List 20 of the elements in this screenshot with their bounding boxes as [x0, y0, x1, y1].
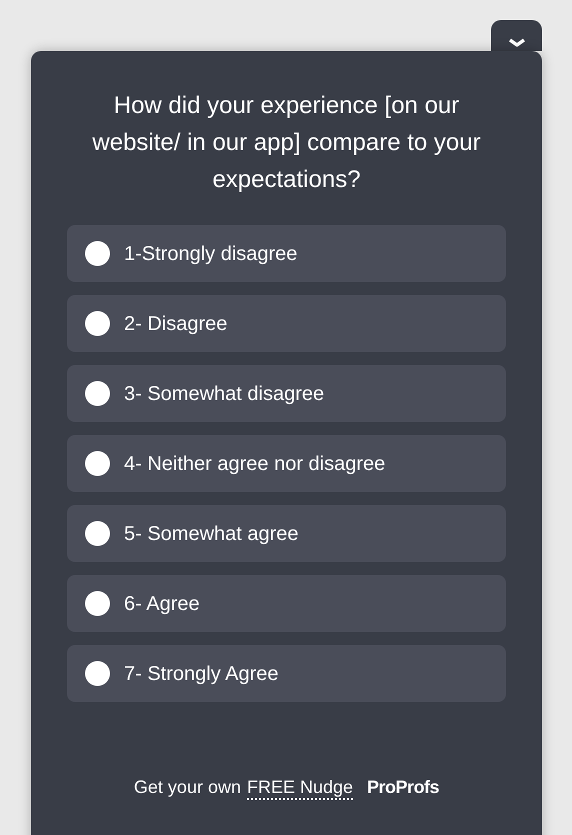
- radio-button[interactable]: [85, 451, 110, 476]
- free-nudge-link[interactable]: FREE Nudge: [246, 776, 354, 800]
- chevron-down-icon: [508, 38, 526, 48]
- radio-button[interactable]: [85, 241, 110, 266]
- brand-logo: ProProfs: [367, 776, 440, 799]
- answer-option[interactable]: 4- Neither agree nor disagree: [67, 435, 506, 492]
- radio-button[interactable]: [85, 311, 110, 336]
- radio-button[interactable]: [85, 521, 110, 546]
- answer-option[interactable]: 1-Strongly disagree: [67, 225, 506, 282]
- collapse-button[interactable]: [491, 20, 542, 51]
- footer-text: Get your own: [134, 776, 241, 799]
- answer-option[interactable]: 5- Somewhat agree: [67, 505, 506, 562]
- answer-option[interactable]: 2- Disagree: [67, 295, 506, 352]
- answer-option[interactable]: 7- Strongly Agree: [67, 645, 506, 702]
- answer-option[interactable]: 6- Agree: [67, 575, 506, 632]
- answer-option[interactable]: 3- Somewhat disagree: [67, 365, 506, 422]
- question-text: How did your experience [on our website/ in our app] compare to your expectations?: [91, 91, 482, 195]
- radio-button[interactable]: [85, 661, 110, 686]
- radio-button[interactable]: [85, 381, 110, 406]
- radio-button[interactable]: [85, 591, 110, 616]
